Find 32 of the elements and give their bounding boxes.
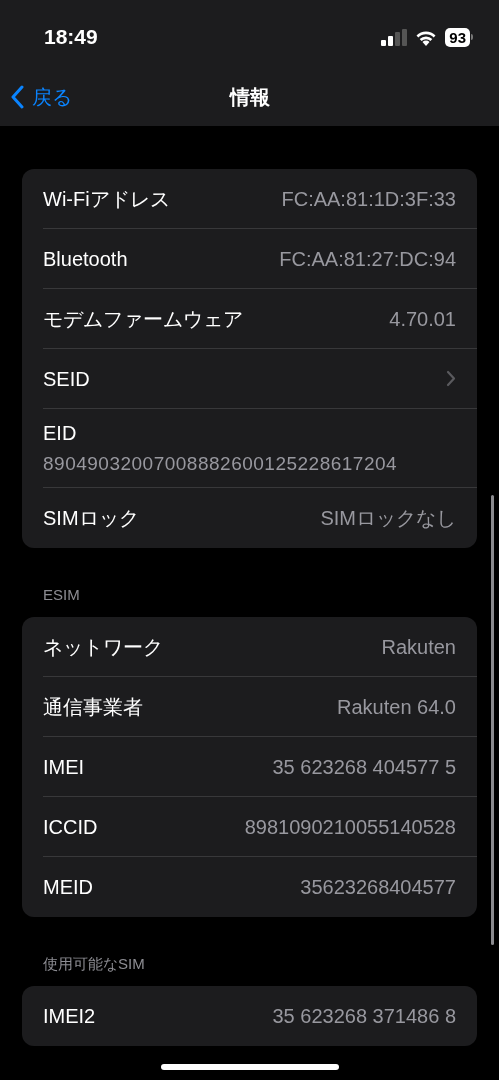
section-header: ESIM <box>43 586 80 603</box>
row-label: 通信事業者 <box>43 694 143 720</box>
row-value: 35 623268 404577 5 <box>272 754 456 780</box>
row-label: EID <box>43 421 78 446</box>
row-label: Bluetooth <box>43 246 128 272</box>
row-label: IMEI2 <box>43 1004 96 1029</box>
signal-icon <box>381 28 408 46</box>
row-value: 89049032007008882600125228617204 <box>43 452 399 476</box>
row-value: FC:AA:81:1D:3F:33 <box>281 186 456 212</box>
row-label: ネットワーク <box>43 634 163 660</box>
list-row[interactable]: SEID <box>43 349 477 409</box>
status-time: 18:49 <box>44 24 98 51</box>
row-label: MEID <box>43 875 93 900</box>
row-label: Wi-Fiアドレス <box>43 186 170 212</box>
page-title: 情報 <box>229 85 270 110</box>
row-value: SIMロックなし <box>320 506 456 531</box>
back-button[interactable]: 戻る <box>10 82 72 112</box>
row-value: Rakuten <box>381 634 456 660</box>
battery-level: 93 <box>445 27 470 47</box>
chevron-icon <box>446 370 456 387</box>
row-label: モデムファームウェア <box>43 306 243 332</box>
row-value: 4.70.01 <box>389 306 456 332</box>
back-chevron-icon <box>10 85 24 109</box>
row-label: IMEI <box>43 754 85 780</box>
row-value: FC:AA:81:27:DC:94 <box>279 246 456 272</box>
row-value: 35 623268 371486 8 <box>272 1004 456 1029</box>
row-value: 8981090210055140528 <box>244 814 456 840</box>
row-value: 35623268404577 <box>300 875 456 900</box>
row-value: Rakuten 64.0 <box>337 694 456 720</box>
row-label: ICCID <box>43 814 98 840</box>
row-label: SIMロック <box>43 506 139 531</box>
section-header: 使用可能なSIM <box>43 955 145 972</box>
